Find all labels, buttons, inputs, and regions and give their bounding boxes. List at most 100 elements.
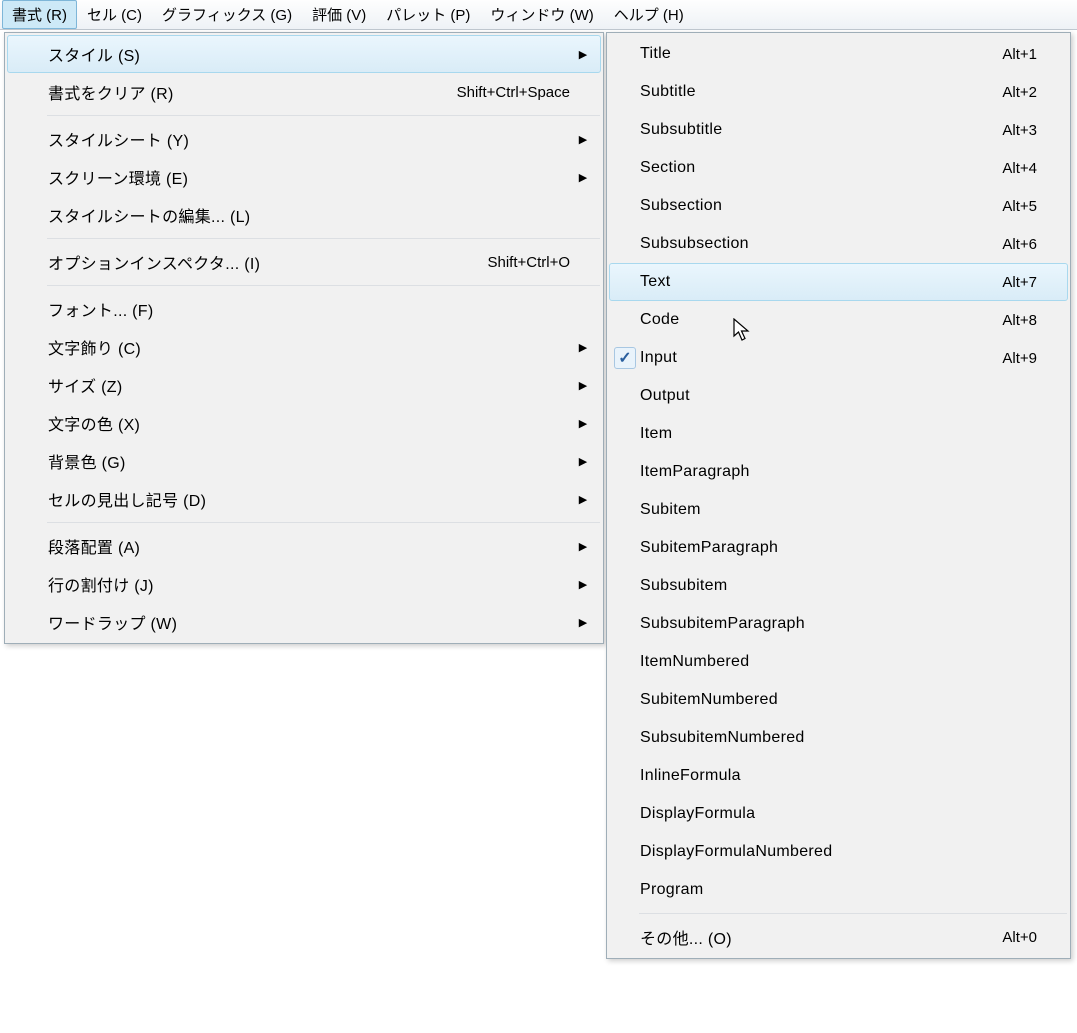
- menubar-item-1[interactable]: セル (C): [77, 0, 152, 29]
- submenu-arrow-icon: ▶: [574, 455, 592, 468]
- menu-item[interactable]: その他... (O)Alt+0: [609, 918, 1068, 956]
- menu-item-label: 文字飾り (C): [48, 335, 514, 359]
- submenu-arrow-icon: ▶: [574, 171, 592, 184]
- menu-item-label: Title: [640, 45, 981, 63]
- menu-item-shortcut: Alt+0: [981, 929, 1041, 946]
- menu-item[interactable]: Item: [609, 415, 1068, 453]
- menu-item-label: ItemNumbered: [640, 653, 981, 671]
- menu-separator: [47, 115, 600, 116]
- menu-item-label: Output: [640, 387, 981, 405]
- menu-item-label: オプションインスペクタ... (I): [48, 250, 487, 274]
- menu-item[interactable]: 文字の色 (X)▶: [7, 404, 601, 442]
- menubar-item-4[interactable]: パレット (P): [376, 0, 480, 29]
- menu-item[interactable]: Subitem: [609, 491, 1068, 529]
- menu-item-shortcut: Alt+8: [981, 312, 1041, 329]
- check-icon: ✓: [610, 347, 640, 369]
- menu-item-label: スタイルシート (Y): [48, 127, 514, 151]
- menu-item[interactable]: InlineFormula: [609, 757, 1068, 795]
- menu-item[interactable]: 段落配置 (A) ▶: [7, 527, 601, 565]
- menu-item[interactable]: スタイル (S) ▶: [7, 35, 601, 73]
- menu-item[interactable]: SubsubitemNumbered: [609, 719, 1068, 757]
- menu-item[interactable]: TextAlt+7: [609, 263, 1068, 301]
- menu-item[interactable]: 背景色 (G)▶: [7, 442, 601, 480]
- menu-item-shortcut: Alt+4: [981, 160, 1041, 177]
- menu-item[interactable]: Program: [609, 871, 1068, 909]
- menu-item-label: Subsubitem: [640, 577, 981, 595]
- menu-item-shortcut: Alt+5: [981, 198, 1041, 215]
- menu-item-label: その他... (O): [640, 925, 981, 949]
- menu-item-label: Item: [640, 425, 981, 443]
- menu-item[interactable]: サイズ (Z)▶: [7, 366, 601, 404]
- menu-item[interactable]: フォント... (F): [7, 290, 601, 328]
- menu-item-shortcut: Alt+1: [981, 46, 1041, 63]
- submenu-arrow-icon: ▶: [574, 417, 592, 430]
- menu-item[interactable]: SubitemParagraph: [609, 529, 1068, 567]
- menu-item-label: Subsubsection: [640, 235, 981, 253]
- menu-item-label: セルの見出し記号 (D): [48, 487, 514, 511]
- menu-item[interactable]: SubsubsectionAlt+6: [609, 225, 1068, 263]
- submenu-arrow-icon: ▶: [574, 341, 592, 354]
- menu-item-label: ワードラップ (W): [48, 610, 514, 634]
- menu-item[interactable]: DisplayFormulaNumbered: [609, 833, 1068, 871]
- menu-item[interactable]: 行の割付け (J)▶: [7, 565, 601, 603]
- submenu-arrow-icon: ▶: [574, 133, 592, 146]
- menu-item-label: InlineFormula: [640, 767, 981, 785]
- menu-item-label: Code: [640, 311, 981, 329]
- menu-item-shortcut: Alt+9: [981, 350, 1041, 367]
- menu-item-label: Subsubtitle: [640, 121, 981, 139]
- menu-item-label: 段落配置 (A): [48, 534, 514, 558]
- submenu-arrow-icon: ▶: [574, 48, 592, 61]
- menu-item[interactable]: スクリーン環境 (E) ▶: [7, 158, 601, 196]
- menubar-item-2[interactable]: グラフィックス (G): [152, 0, 302, 29]
- submenu-arrow-icon: ▶: [574, 540, 592, 553]
- menubar-item-3[interactable]: 評価 (V): [302, 0, 376, 29]
- menu-item[interactable]: ItemParagraph: [609, 453, 1068, 491]
- menubar-item-6[interactable]: ヘルプ (H): [604, 0, 694, 29]
- menu-item-label: ItemParagraph: [640, 463, 981, 481]
- menu-item[interactable]: ワードラップ (W) ▶: [7, 603, 601, 641]
- menu-item-label: スクリーン環境 (E): [48, 165, 514, 189]
- menubar-item-0[interactable]: 書式 (R): [2, 0, 77, 29]
- menu-item-shortcut: Shift+Ctrl+O: [487, 254, 574, 271]
- menu-item-label: Subtitle: [640, 83, 981, 101]
- menu-item-label: Text: [640, 273, 981, 291]
- menu-item-label: Program: [640, 881, 981, 899]
- menu-item[interactable]: SubtitleAlt+2: [609, 73, 1068, 111]
- menu-item-label: SubitemParagraph: [640, 539, 981, 557]
- menu-item[interactable]: SubsectionAlt+5: [609, 187, 1068, 225]
- menu-item-label: スタイルシートの編集... (L): [48, 203, 514, 227]
- style-submenu-dropdown: TitleAlt+1SubtitleAlt+2SubsubtitleAlt+3S…: [606, 32, 1071, 959]
- menu-item[interactable]: ✓InputAlt+9: [609, 339, 1068, 377]
- menu-separator: [47, 238, 600, 239]
- menu-item-label: 行の割付け (J): [48, 572, 514, 596]
- menu-item[interactable]: DisplayFormula: [609, 795, 1068, 833]
- menu-item-label: Subitem: [640, 501, 981, 519]
- submenu-arrow-icon: ▶: [574, 379, 592, 392]
- menu-item[interactable]: 文字飾り (C) ▶: [7, 328, 601, 366]
- menubar: 書式 (R)セル (C)グラフィックス (G)評価 (V)パレット (P)ウィン…: [0, 0, 1077, 30]
- menu-item-label: 書式をクリア (R): [48, 80, 457, 104]
- menubar-item-5[interactable]: ウィンドウ (W): [480, 0, 603, 29]
- menu-item-label: DisplayFormula: [640, 805, 981, 823]
- submenu-arrow-icon: ▶: [574, 616, 592, 629]
- menu-item[interactable]: SectionAlt+4: [609, 149, 1068, 187]
- menu-item-label: フォント... (F): [48, 297, 514, 321]
- menu-item[interactable]: ItemNumbered: [609, 643, 1068, 681]
- menu-item[interactable]: SubsubitemParagraph: [609, 605, 1068, 643]
- menu-item[interactable]: TitleAlt+1: [609, 35, 1068, 73]
- menu-item[interactable]: Output: [609, 377, 1068, 415]
- menu-item[interactable]: スタイルシート (Y) ▶: [7, 120, 601, 158]
- menu-item-shortcut: Alt+3: [981, 122, 1041, 139]
- menu-separator: [47, 522, 600, 523]
- menu-item-label: スタイル (S): [48, 42, 514, 66]
- menu-item-label: SubsubitemNumbered: [640, 729, 981, 747]
- menu-item[interactable]: オプションインスペクタ... (I)Shift+Ctrl+O: [7, 243, 601, 281]
- menu-item[interactable]: セルの見出し記号 (D)▶: [7, 480, 601, 518]
- menu-item[interactable]: 書式をクリア (R)Shift+Ctrl+Space: [7, 73, 601, 111]
- menu-item[interactable]: SubitemNumbered: [609, 681, 1068, 719]
- menu-item[interactable]: SubsubtitleAlt+3: [609, 111, 1068, 149]
- menu-item[interactable]: スタイルシートの編集... (L): [7, 196, 601, 234]
- menu-item[interactable]: Subsubitem: [609, 567, 1068, 605]
- menu-item[interactable]: CodeAlt+8: [609, 301, 1068, 339]
- menu-item-shortcut: Shift+Ctrl+Space: [457, 84, 574, 101]
